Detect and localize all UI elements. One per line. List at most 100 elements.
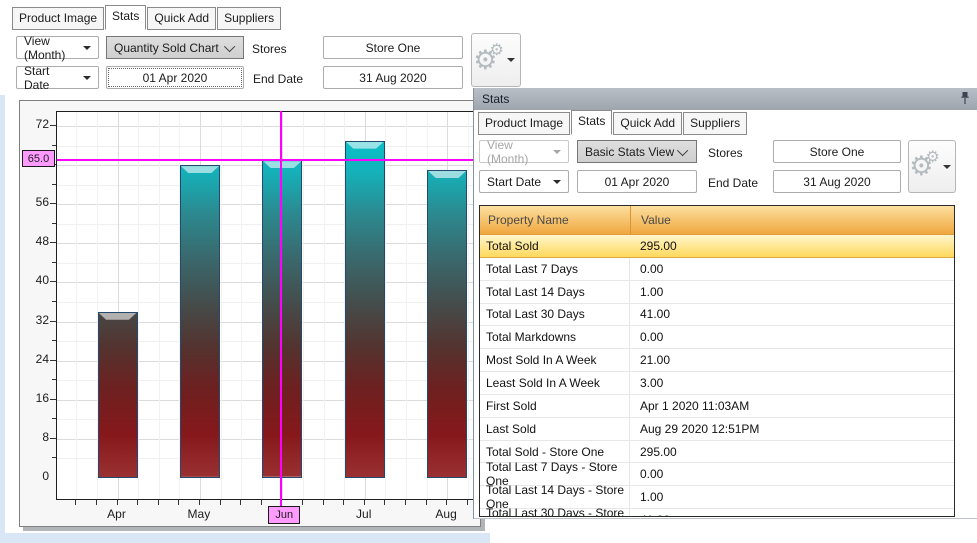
tab-product-image[interactable]: Product Image	[478, 112, 570, 135]
tab-product-image[interactable]: Product Image	[12, 7, 104, 30]
value-cell: 295.00	[630, 445, 954, 459]
gridline-v	[76, 112, 77, 499]
x-axis-label: Jul	[334, 507, 394, 521]
stats-stores-label: Stores	[708, 146, 743, 160]
stats-panel-title-bar[interactable]: Stats	[474, 88, 977, 110]
y-tick	[52, 262, 56, 263]
bar-jul[interactable]	[345, 141, 385, 478]
value-cell: 3.00	[630, 376, 954, 390]
stats-start-date-dropdown[interactable]: Start Date	[479, 170, 569, 193]
value-cell: 41.00	[630, 513, 954, 517]
table-row[interactable]: Total Last 30 Days - Store One41.00	[480, 509, 954, 517]
stats-view-value: Basic Stats View	[585, 145, 674, 159]
table-row[interactable]: First SoldApr 1 2020 11:03AM	[480, 395, 954, 418]
bar-top-bevel	[99, 313, 137, 320]
start-date-value-button[interactable]: 01 Apr 2020	[106, 66, 244, 89]
table-row[interactable]: Total Markdowns0.00	[480, 326, 954, 349]
tab-stats[interactable]: Stats	[571, 110, 612, 135]
tab-suppliers[interactable]: Suppliers	[683, 112, 747, 135]
tab-quick-add[interactable]: Quick Add	[147, 7, 216, 30]
value-cell: 295.00	[630, 239, 954, 253]
chart-type-value: Quantity Sold Chart	[114, 41, 219, 55]
chevron-down-icon	[224, 40, 235, 51]
end-date-value-button[interactable]: 31 Aug 2020	[323, 66, 463, 89]
stats-end-date-label: End Date	[708, 176, 758, 190]
crosshair-vertical-line	[280, 111, 282, 514]
x-tick	[199, 500, 200, 505]
crosshair-horizontal-line	[57, 159, 480, 161]
chart-type-select[interactable]: Quantity Sold Chart	[106, 36, 244, 59]
value-cell: 0.00	[630, 330, 954, 344]
crosshair-x-label: Jun	[268, 506, 300, 524]
gridline-h	[57, 126, 480, 127]
tab-suppliers[interactable]: Suppliers	[217, 7, 281, 30]
bar-may[interactable]	[180, 165, 220, 478]
chart-plot-area[interactable]	[56, 111, 481, 500]
stats-table-header[interactable]: Property Name Value	[480, 206, 954, 235]
stats-store-one-button[interactable]: Store One	[773, 140, 901, 163]
y-axis-label: 48	[23, 234, 49, 248]
x-tick	[137, 500, 138, 505]
table-row[interactable]: Total Last 7 Days0.00	[480, 258, 954, 281]
property-name-cell: Least Sold In A Week	[480, 372, 630, 394]
table-row[interactable]: Least Sold In A Week3.00	[480, 372, 954, 395]
y-tick	[52, 184, 56, 185]
pin-icon[interactable]	[960, 91, 970, 108]
y-tick	[52, 145, 56, 146]
stats-end-date-value-button[interactable]: 31 Aug 2020	[773, 170, 901, 193]
tab-stats[interactable]: Stats	[105, 5, 146, 30]
gridline-v	[303, 112, 304, 499]
column-header-value[interactable]: Value	[630, 206, 954, 234]
x-tick	[384, 500, 385, 505]
value-cell: 41.00	[630, 307, 954, 321]
chevron-down-icon	[553, 180, 561, 184]
bar-aug[interactable]	[427, 170, 467, 478]
stats-view-month-dropdown: View (Month)	[479, 140, 569, 163]
chevron-down-icon	[83, 46, 91, 50]
bar-jun[interactable]	[262, 160, 302, 478]
x-tick	[364, 500, 365, 505]
stats-view-month-label: View (Month)	[487, 138, 547, 166]
property-name-cell: Total Last 14 Days - Store One	[480, 486, 630, 508]
table-row[interactable]: Total Sold295.00	[480, 235, 954, 258]
table-row[interactable]: Total Last 14 Days1.00	[480, 281, 954, 304]
chevron-down-icon	[677, 144, 688, 155]
y-axis-label: 72	[23, 117, 49, 131]
table-row[interactable]: Total Last 30 Days41.00	[480, 304, 954, 327]
table-row[interactable]: Last SoldAug 29 2020 12:51PM	[480, 418, 954, 441]
stats-view-select[interactable]: Basic Stats View	[577, 140, 697, 163]
store-one-label: Store One	[366, 41, 421, 55]
y-tick	[50, 438, 56, 439]
stats-start-date-value-button[interactable]: 01 Apr 2020	[577, 170, 697, 193]
y-tick	[52, 418, 56, 419]
x-tick	[343, 500, 344, 505]
end-date-value: 31 Aug 2020	[359, 71, 426, 85]
x-tick	[240, 500, 241, 505]
value-cell: Apr 1 2020 11:03AM	[630, 399, 954, 413]
stats-end-date-value: 31 Aug 2020	[803, 175, 870, 189]
tab-quick-add[interactable]: Quick Add	[613, 112, 682, 135]
bar-apr[interactable]	[98, 312, 138, 478]
gridline-v	[159, 112, 160, 499]
y-tick	[50, 321, 56, 322]
property-name-cell: Total Last 14 Days	[480, 281, 630, 303]
start-date-dropdown[interactable]: Start Date	[16, 66, 99, 89]
table-row[interactable]: Most Sold In A Week21.00	[480, 349, 954, 372]
stats-store-one-label: Store One	[810, 145, 865, 159]
settings-gear-button[interactable]: ⚙ ⚙	[471, 33, 521, 87]
bar-top-bevel	[263, 161, 301, 168]
property-name-cell: Most Sold In A Week	[480, 349, 630, 371]
y-tick	[52, 340, 56, 341]
column-header-property[interactable]: Property Name	[480, 213, 630, 227]
property-name-cell: Total Markdowns	[480, 326, 630, 348]
gear-small-icon: ⚙	[925, 150, 939, 166]
start-date-value: 01 Apr 2020	[143, 71, 208, 85]
view-month-dropdown[interactable]: View (Month)	[16, 36, 99, 59]
value-cell: 1.00	[630, 490, 954, 504]
gridline-v	[385, 112, 386, 499]
store-one-button[interactable]: Store One	[323, 36, 463, 59]
start-date-label: Start Date	[24, 64, 77, 92]
x-tick	[220, 500, 221, 505]
gear-small-icon: ⚙	[489, 43, 503, 59]
stats-settings-gear-button[interactable]: ⚙ ⚙	[908, 140, 956, 193]
